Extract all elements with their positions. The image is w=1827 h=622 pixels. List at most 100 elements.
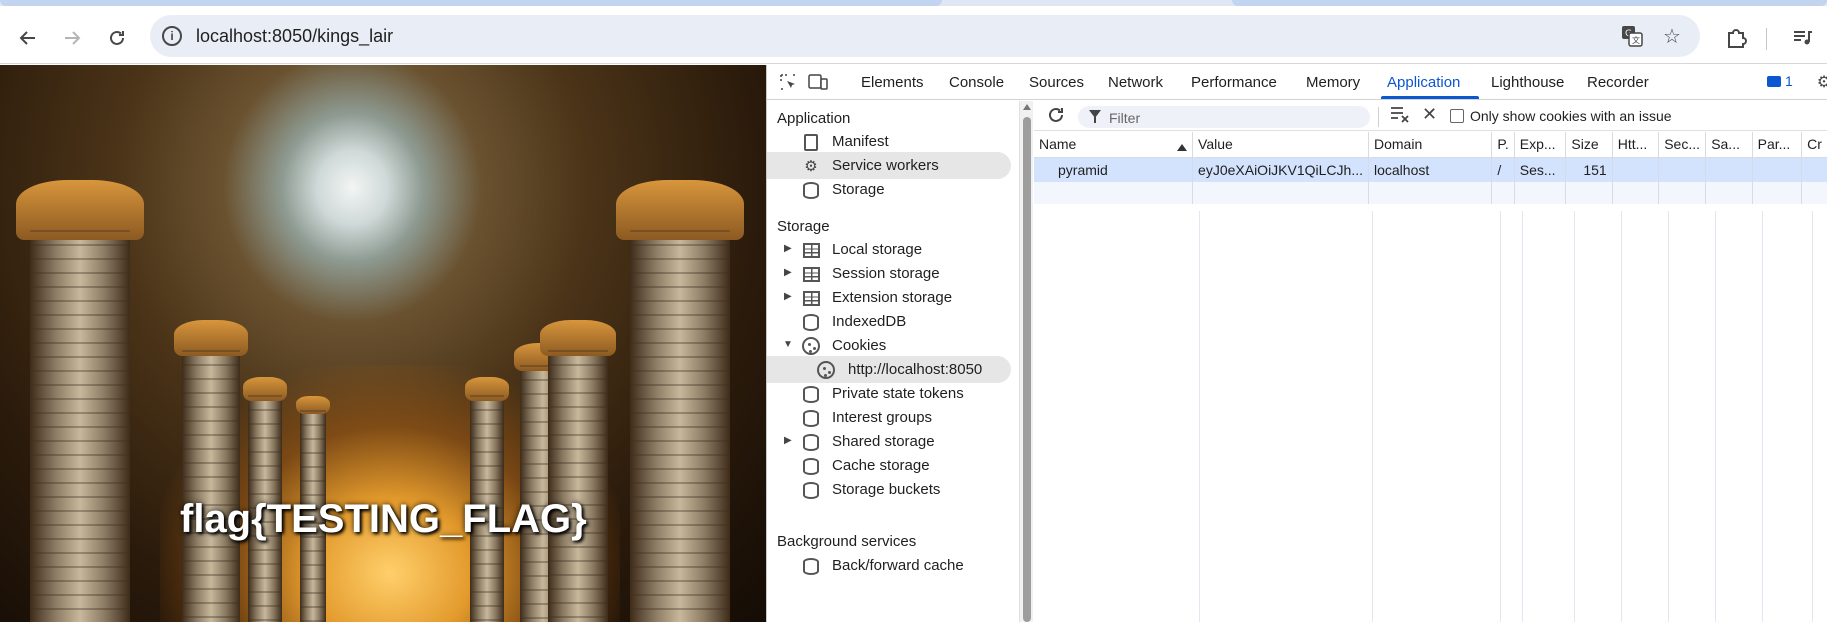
- expand-arrow-icon[interactable]: ▶: [784, 435, 794, 447]
- empty-table-row: [1034, 182, 1827, 204]
- filter-funnel-icon: [1089, 110, 1101, 123]
- filter-input[interactable]: Filter: [1078, 106, 1370, 128]
- issues-badge[interactable]: 1: [1767, 73, 1793, 89]
- active-tab-indicator: [1381, 96, 1479, 99]
- sidebar-item-storage[interactable]: Storage: [767, 176, 1011, 203]
- issues-message-icon: [1767, 75, 1781, 87]
- sidebar-item-indexeddb[interactable]: IndexedDB: [767, 308, 1011, 335]
- scrollbar-thumb[interactable]: [1023, 117, 1031, 622]
- cookie-samesite-cell[interactable]: [1705, 157, 1753, 182]
- cookie-size-cell[interactable]: 151: [1565, 157, 1613, 182]
- extensions-puzzle-icon[interactable]: [1722, 24, 1750, 52]
- sidebar-item-back-forward-cache[interactable]: Back/forward cache: [767, 552, 1011, 579]
- toolbar-separator: [1766, 28, 1767, 50]
- settings-gear-icon[interactable]: ⚙: [1813, 72, 1827, 92]
- forward-button[interactable]: [58, 24, 86, 52]
- sidebar-item-label: Interest groups: [832, 409, 933, 426]
- tab-application[interactable]: Application: [1387, 74, 1460, 91]
- cookie-name-cell[interactable]: pyramid: [1034, 157, 1194, 182]
- cookie-secure-cell[interactable]: [1658, 157, 1707, 182]
- cookie-cross-site-cell[interactable]: [1801, 157, 1827, 182]
- column-header-value[interactable]: Value: [1192, 132, 1369, 158]
- star-icon[interactable]: ☆: [1660, 24, 1684, 48]
- cookie-expires-cell[interactable]: Ses...: [1514, 157, 1567, 182]
- collapse-arrow-icon[interactable]: ▼: [783, 339, 793, 351]
- expand-arrow-icon[interactable]: ▶: [784, 267, 794, 279]
- column-header-name[interactable]: Name: [1034, 132, 1194, 158]
- inspect-element-icon[interactable]: [777, 72, 799, 92]
- column-header-domain[interactable]: Domain: [1368, 132, 1493, 158]
- browser-toolbar: i localhost:8050/kings_lair G文 ☆: [0, 6, 1827, 64]
- url-text[interactable]: localhost:8050/kings_lair: [196, 26, 393, 47]
- tab-performance[interactable]: Performance: [1191, 74, 1277, 91]
- table-icon: [801, 288, 821, 308]
- tab-memory[interactable]: Memory: [1306, 74, 1360, 91]
- pillar: [173, 320, 249, 622]
- only-issues-checkbox-row[interactable]: Only show cookies with an issue: [1450, 108, 1672, 124]
- sidebar-item-label: Service workers: [832, 157, 939, 174]
- sidebar-item-label: IndexedDB: [832, 313, 907, 330]
- tab-sources[interactable]: Sources: [1029, 74, 1084, 91]
- sidebar-item-storage-buckets[interactable]: Storage buckets: [767, 476, 1011, 503]
- tab-console[interactable]: Console: [949, 74, 1004, 91]
- column-header-expires[interactable]: Exp...: [1514, 132, 1567, 158]
- table-row[interactable]: pyramid eyJ0eXAiOiJKV1QiLCJh... localhos…: [1034, 157, 1827, 182]
- sidebar-item-session-storage[interactable]: ▶ Session storage: [767, 260, 1011, 287]
- pillar: [16, 180, 144, 622]
- media-queue-icon[interactable]: [1788, 24, 1816, 52]
- device-toolbar-icon[interactable]: [807, 72, 829, 92]
- tab-lighthouse[interactable]: Lighthouse: [1491, 74, 1564, 91]
- info-circle-icon[interactable]: i: [162, 26, 182, 46]
- tab-recorder[interactable]: Recorder: [1587, 74, 1649, 91]
- sidebar-item-interest-groups[interactable]: Interest groups: [767, 404, 1011, 431]
- svg-text:文: 文: [1632, 35, 1640, 45]
- column-header-partition-key[interactable]: Par...: [1752, 132, 1803, 158]
- arrow-left-icon: [19, 31, 35, 45]
- reload-button[interactable]: [103, 24, 131, 52]
- scroll-up-arrow-icon[interactable]: [1023, 104, 1031, 110]
- column-header-samesite[interactable]: Sa...: [1705, 132, 1753, 158]
- cookie-domain-cell[interactable]: localhost: [1368, 157, 1493, 182]
- sidebar-item-local-storage[interactable]: ▶ Local storage: [767, 236, 1011, 263]
- expand-arrow-icon[interactable]: ▶: [784, 243, 794, 255]
- clear-all-cookies-icon[interactable]: [1390, 105, 1410, 128]
- column-header-httponly[interactable]: Htt...: [1612, 132, 1660, 158]
- sidebar-item-shared-storage[interactable]: ▶ Shared storage: [767, 428, 1011, 455]
- sidebar-item-service-workers[interactable]: ⚙ Service workers: [767, 152, 1011, 179]
- cookie-partition-cell[interactable]: [1752, 157, 1803, 182]
- tab-network[interactable]: Network: [1108, 74, 1163, 91]
- translate-icon[interactable]: G文: [1620, 24, 1644, 48]
- sidebar-item-cookies[interactable]: ▼ Cookies: [767, 332, 1011, 359]
- only-issues-checkbox[interactable]: [1450, 109, 1464, 123]
- storage-heading: Storage: [777, 218, 830, 235]
- refresh-icon[interactable]: [1046, 105, 1066, 131]
- application-heading: Application: [777, 110, 851, 127]
- cookie-httponly-cell[interactable]: [1612, 157, 1660, 182]
- sidebar-item-extension-storage[interactable]: ▶ Extension storage: [767, 284, 1011, 311]
- column-header-cross-site[interactable]: Cr: [1801, 132, 1827, 158]
- sidebar-item-cookies-localhost[interactable]: http://localhost:8050: [767, 356, 1011, 383]
- tab-elements[interactable]: Elements: [861, 74, 924, 91]
- column-header-path[interactable]: P.: [1491, 132, 1515, 158]
- sidebar-item-private-state-tokens[interactable]: Private state tokens: [767, 380, 1011, 407]
- column-header-secure[interactable]: Sec...: [1658, 132, 1707, 158]
- sidebar-item-cache-storage[interactable]: Cache storage: [767, 452, 1011, 479]
- arrow-right-icon: [65, 31, 81, 45]
- cookie-value-cell[interactable]: eyJ0eXAiOiJKV1QiLCJh...: [1192, 157, 1369, 182]
- filter-placeholder: Filter: [1109, 110, 1141, 126]
- devtools-tab-bar: Elements Console Sources Network Perform…: [767, 65, 1827, 100]
- sidebar-item-label: Manifest: [832, 133, 889, 150]
- sidebar-item-manifest[interactable]: Manifest: [767, 128, 1011, 155]
- cookie-path-cell[interactable]: /: [1491, 157, 1515, 182]
- cookie-icon: [816, 360, 836, 380]
- column-header-size[interactable]: Size: [1565, 132, 1613, 158]
- delete-selected-icon[interactable]: ✕: [1422, 104, 1437, 125]
- cookies-table: Name Value Domain P. Exp... Size Htt... …: [1034, 132, 1827, 204]
- address-bar[interactable]: i localhost:8050/kings_lair G文 ☆: [150, 15, 1700, 57]
- expand-arrow-icon[interactable]: ▶: [784, 291, 794, 303]
- sidebar-scrollbar[interactable]: [1019, 101, 1033, 622]
- sidebar-item-label: Cache storage: [832, 457, 930, 474]
- only-issues-label: Only show cookies with an issue: [1470, 108, 1672, 124]
- database-icon: [801, 432, 821, 452]
- back-button[interactable]: [14, 24, 42, 52]
